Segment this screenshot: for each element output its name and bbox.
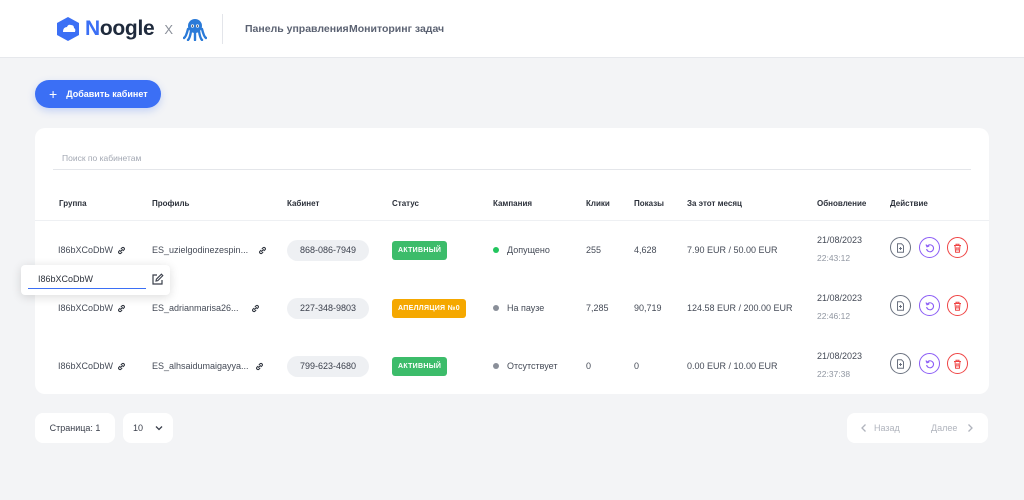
retry-button[interactable]: [919, 353, 940, 374]
update-date: 21/08/2023: [817, 235, 863, 245]
clicks-cell: 255: [586, 245, 602, 255]
prev-page-button[interactable]: Назад: [859, 422, 900, 434]
nav-task-monitoring[interactable]: Мониторинг задач: [349, 23, 444, 35]
pager: Назад Далее: [847, 413, 988, 443]
campaign-status: На паузе: [493, 303, 544, 313]
retry-icon: [924, 301, 934, 310]
retry-button[interactable]: [919, 237, 940, 258]
column-header-action: Действие: [890, 199, 928, 208]
column-header-updated: Обновление: [817, 199, 867, 208]
document-button[interactable]: [890, 237, 911, 258]
document-icon: [897, 358, 904, 369]
page-size-value: 10: [133, 423, 144, 433]
page-indicator: Страница: 1: [35, 413, 115, 443]
profile-cell[interactable]: ES_uzielgodinezespin...: [152, 245, 267, 255]
prev-page-label: Назад: [874, 423, 900, 433]
column-header-this-month: За этот месяц: [687, 199, 742, 208]
page-size-select[interactable]: 10: [123, 413, 173, 443]
month-spend-cell: 0.00 EUR / 10.00 EUR: [687, 361, 778, 371]
campaign-status: Допущено: [493, 245, 550, 255]
logo-separator: X: [164, 21, 174, 37]
update-time: 22:46:12: [817, 311, 851, 321]
impressions-cell: 90,719: [634, 303, 662, 313]
header-divider: [222, 14, 223, 44]
link-icon: [255, 363, 263, 371]
update-time: 22:37:38: [817, 369, 851, 379]
status-badge: АКТИВНЫЙ: [392, 357, 448, 376]
retry-icon: [924, 243, 934, 252]
link-icon: [259, 247, 267, 255]
logo[interactable]: Noogle X: [57, 17, 208, 41]
profile-cell[interactable]: ES_adrianmarisa26...: [152, 303, 260, 313]
delete-button[interactable]: [947, 295, 968, 316]
delete-button[interactable]: [947, 237, 968, 258]
next-page-label: Далее: [931, 423, 958, 433]
document-button[interactable]: [890, 353, 911, 374]
trash-icon: [954, 243, 961, 253]
trash-icon: [954, 301, 961, 311]
cabinet-id-badge: 868-086-7949: [287, 240, 369, 261]
retry-button[interactable]: [919, 295, 940, 316]
link-icon: [251, 305, 259, 313]
edit-icon[interactable]: [151, 273, 164, 286]
trash-icon: [954, 359, 961, 369]
add-cabinet-button[interactable]: + Добавить кабинет: [35, 80, 161, 108]
cabinet-id-badge: 799-623-4680: [287, 356, 369, 377]
retry-icon: [924, 359, 934, 368]
table-row: I86bXCoDbW ES_uzielgodinezespin... 868-0…: [35, 221, 989, 279]
status-dot-icon: [493, 304, 499, 311]
month-spend-cell: 7.90 EUR / 50.00 EUR: [687, 245, 778, 255]
campaign-status: Отсутствует: [493, 361, 557, 371]
status-dot-icon: [493, 362, 499, 369]
profile-cell[interactable]: ES_alhsaidumaigayya...: [152, 361, 264, 371]
link-icon: [118, 305, 125, 313]
update-date: 21/08/2023: [817, 293, 863, 303]
cabinet-id-badge: 227-348-9803: [287, 298, 369, 319]
group-cell[interactable]: I86bXCoDbW: [58, 245, 126, 255]
top-bar: Noogle X Панель управления Мониторинг за…: [0, 0, 1024, 58]
octopus-logo-icon: [183, 19, 208, 41]
chevron-left-icon: [861, 424, 866, 432]
document-icon: [897, 300, 904, 311]
group-edit-popup: I86bXCoDbW: [21, 265, 170, 295]
impressions-cell: 4,628: [634, 245, 657, 255]
table-row: I86bXCoDbW ES_alhsaidumaigayya... 799-62…: [35, 337, 989, 395]
next-page-button[interactable]: Далее: [931, 422, 975, 434]
group-cell[interactable]: I86bXCoDbW: [58, 361, 126, 371]
clicks-cell: 7,285: [586, 303, 609, 313]
noogle-logo-icon: [57, 17, 79, 41]
update-time: 22:43:12: [817, 253, 851, 263]
column-header-profile: Профиль: [152, 199, 190, 208]
chevron-right-icon: [968, 424, 974, 432]
link-icon: [118, 363, 125, 371]
table-row: I86bXCoDbW ES_adrianmarisa26... 227-348-…: [35, 279, 989, 337]
status-dot-icon: [493, 246, 499, 253]
status-badge: АПЕЛЛЯЦИЯ №0: [392, 299, 466, 318]
update-date: 21/08/2023: [817, 351, 863, 361]
add-cabinet-label: Добавить кабинет: [66, 89, 148, 99]
group-cell[interactable]: I86bXCoDbW: [58, 303, 126, 313]
document-button[interactable]: [890, 295, 911, 316]
impressions-cell: 0: [634, 361, 640, 371]
document-icon: [897, 242, 904, 253]
column-header-clicks: Клики: [586, 199, 610, 208]
column-header-campaign: Кампания: [493, 199, 533, 208]
clicks-cell: 0: [586, 361, 592, 371]
delete-button[interactable]: [947, 353, 968, 374]
cabinets-card: Поиск по кабинетам Группа Профиль Кабине…: [35, 128, 989, 394]
group-edit-input[interactable]: I86bXCoDbW: [28, 271, 146, 289]
column-header-status: Статус: [392, 199, 419, 208]
logo-text: Noogle: [85, 17, 155, 40]
column-header-cabinet: Кабинет: [287, 199, 320, 208]
status-badge: АКТИВНЫЙ: [392, 241, 448, 260]
month-spend-cell: 124.58 EUR / 200.00 EUR: [687, 303, 793, 313]
plus-icon: +: [49, 86, 58, 102]
link-icon: [118, 247, 125, 255]
column-header-impressions: Показы: [634, 199, 664, 208]
nav-dashboard[interactable]: Панель управления: [245, 23, 349, 35]
column-header-group: Группа: [59, 199, 87, 208]
chevron-down-icon: [155, 426, 163, 431]
search-input[interactable]: Поиск по кабинетам: [53, 148, 971, 170]
